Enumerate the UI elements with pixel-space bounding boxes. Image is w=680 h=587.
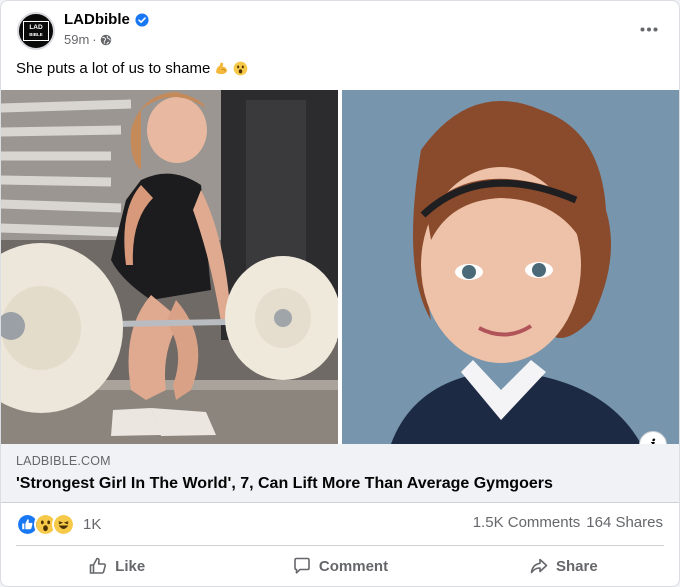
share-button[interactable]: Share xyxy=(452,549,675,583)
avatar-text-top: LAD xyxy=(29,24,43,31)
comments-count[interactable]: 1.5K Comments xyxy=(473,514,581,531)
meta-separator: · xyxy=(92,32,97,47)
reactions-summary[interactable]: 1K xyxy=(16,513,101,536)
comment-icon xyxy=(294,557,310,574)
more-options-icon[interactable] xyxy=(639,19,659,39)
post-time[interactable]: 59m xyxy=(64,32,89,47)
reaction-count: 1K xyxy=(83,516,102,533)
like-label: Like xyxy=(115,557,146,575)
page-name-row: LADbible xyxy=(64,11,149,28)
avatar-text-bottom: BIBLE xyxy=(29,32,43,37)
like-button[interactable]: Like xyxy=(5,549,228,583)
thumbs-up-icon xyxy=(89,557,107,574)
avatar-logo: LAD BIBLE xyxy=(23,21,49,41)
post-meta: 59m · xyxy=(64,32,112,47)
haha-reaction-icon xyxy=(52,513,75,536)
action-bar: Like Comment Share xyxy=(5,549,675,583)
verified-badge-icon xyxy=(135,12,149,27)
post-image[interactable] xyxy=(1,90,679,444)
share-label: Share xyxy=(555,557,598,575)
post-caption: She puts a lot of us to shame xyxy=(16,60,248,77)
share-icon xyxy=(530,558,548,574)
comment-button[interactable]: Comment xyxy=(228,549,451,583)
shares-count[interactable]: 164 Shares xyxy=(586,514,663,531)
post-card: LAD BIBLE LADbible 59m · She puts a lot … xyxy=(0,0,680,587)
link-preview[interactable]: LADBIBLE.COM 'Strongest Girl In The Worl… xyxy=(1,444,679,503)
astonished-face-emoji xyxy=(233,61,248,76)
page-name[interactable]: LADbible xyxy=(64,11,130,28)
weightlifting-photo xyxy=(1,90,341,444)
post-header: LAD BIBLE LADbible 59m · xyxy=(1,1,679,57)
flexed-biceps-emoji xyxy=(216,62,228,75)
portrait-photo xyxy=(342,90,679,444)
page-avatar[interactable]: LAD BIBLE xyxy=(17,12,55,50)
link-headline[interactable]: 'Strongest Girl In The World', 7, Can Li… xyxy=(16,475,553,493)
actions-divider xyxy=(16,545,664,546)
caption-text: She puts a lot of us to shame xyxy=(16,60,211,77)
globe-icon xyxy=(100,34,111,45)
engagement-stats: 1.5K Comments 164 Shares xyxy=(473,514,663,531)
link-domain: LADBIBLE.COM xyxy=(16,454,111,468)
comment-label: Comment xyxy=(318,557,389,575)
